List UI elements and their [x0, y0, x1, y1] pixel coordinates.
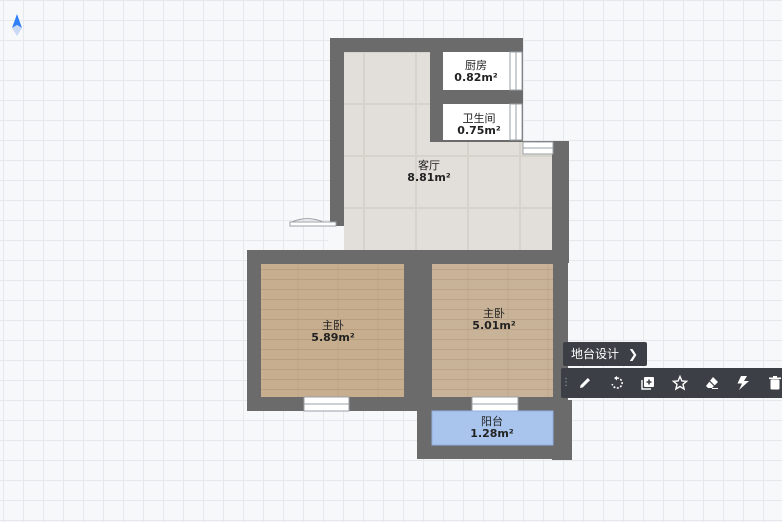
- bathroom-label: 卫生间 0.75m²: [457, 113, 500, 137]
- rotate-button[interactable]: [601, 368, 633, 398]
- copy-icon: [641, 377, 655, 390]
- room-area: 0.82m²: [454, 71, 498, 84]
- delete-button[interactable]: [759, 368, 782, 398]
- room-area: 0.75m²: [457, 124, 501, 137]
- flash-icon: [737, 376, 750, 390]
- master-bedroom-right-label: 主卧 5.01m²: [472, 308, 515, 332]
- floor-design-label: 地台设计: [571, 347, 620, 361]
- room-area: 1.28m²: [470, 427, 514, 440]
- drag-handle-icon[interactable]: ⋮: [561, 368, 571, 398]
- favorite-button[interactable]: [664, 368, 696, 398]
- floor-design-tag[interactable]: 地台设计 ❯: [563, 342, 648, 366]
- floor-plan[interactable]: [0, 0, 782, 522]
- rotate-icon: [610, 376, 623, 389]
- favorite-icon: [672, 375, 689, 391]
- eraser-button[interactable]: [696, 368, 728, 398]
- living-room-label: 客厅 8.81m²: [407, 160, 450, 184]
- chevron-right-icon: ❯: [627, 347, 639, 361]
- flash-button[interactable]: [728, 368, 760, 398]
- edit-icon: [579, 378, 590, 388]
- room-area: 5.89m²: [311, 331, 355, 344]
- delete-icon: [769, 376, 782, 390]
- master-bedroom-left-label: 主卧 5.89m²: [311, 320, 354, 344]
- room-area: 5.01m²: [472, 319, 516, 332]
- room-area: 8.81m²: [407, 171, 451, 184]
- copy-button[interactable]: [632, 368, 664, 398]
- kitchen-label: 厨房 0.82m²: [454, 60, 497, 84]
- eraser-icon: [705, 377, 718, 389]
- edit-button[interactable]: [569, 368, 601, 398]
- balcony-label: 阳台 1.28m²: [470, 416, 513, 440]
- object-toolbar: ⋮: [561, 368, 782, 398]
